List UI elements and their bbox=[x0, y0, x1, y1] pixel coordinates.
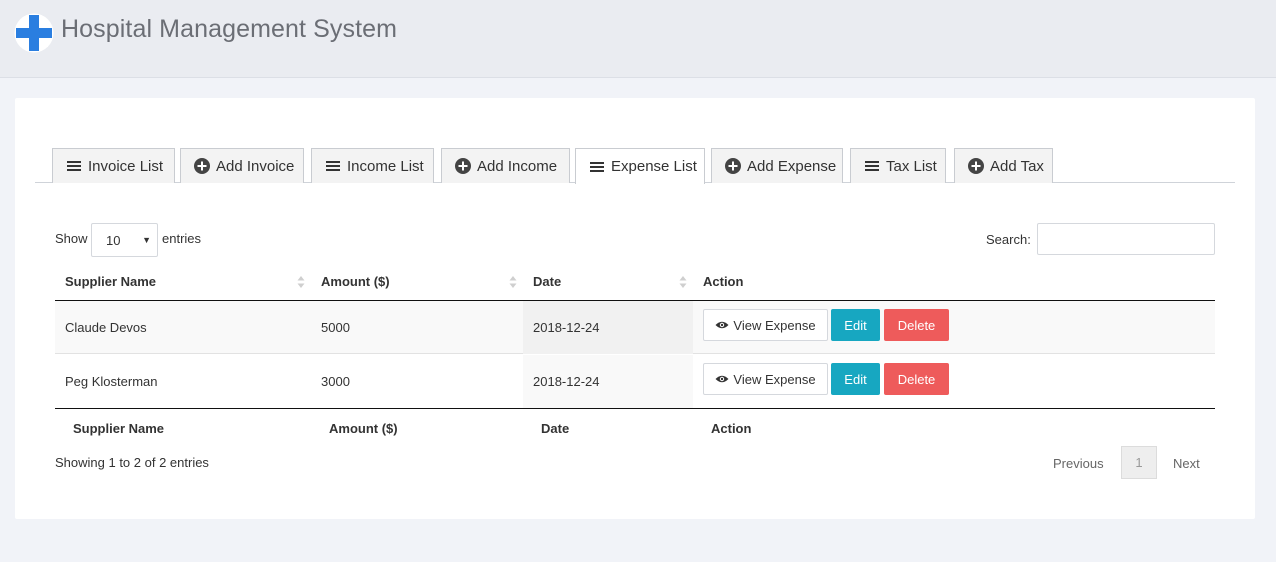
tab-add-income[interactable]: Add Income bbox=[441, 148, 570, 183]
tab-add-tax[interactable]: Add Tax bbox=[954, 148, 1053, 183]
table-info: Showing 1 to 2 of 2 entries bbox=[55, 455, 209, 470]
footer-header-action: Action bbox=[711, 421, 752, 436]
view-expense-label: View Expense bbox=[733, 317, 816, 333]
entries-select[interactable]: 10 ▼ bbox=[91, 223, 158, 257]
tab-add-expense[interactable]: Add Expense bbox=[711, 148, 843, 183]
column-header-action: Action bbox=[703, 274, 744, 289]
page-number: 1 bbox=[1135, 455, 1143, 470]
delete-button[interactable]: Delete bbox=[884, 309, 949, 341]
top-header: Hospital Management System bbox=[0, 0, 1276, 78]
eye-icon bbox=[715, 321, 729, 329]
pagination-next[interactable]: Next bbox=[1173, 456, 1200, 471]
tab-label: Add Expense bbox=[747, 157, 837, 175]
search-input[interactable] bbox=[1037, 223, 1215, 255]
delete-label: Delete bbox=[897, 317, 936, 333]
table-row: Peg Klosterman 3000 2018-12-24 View Expe… bbox=[55, 355, 1215, 408]
list-icon bbox=[67, 161, 81, 171]
sort-icon bbox=[297, 276, 305, 288]
column-header-supplier-name[interactable]: Supplier Name bbox=[65, 274, 156, 289]
amount-cell: 5000 bbox=[321, 320, 350, 335]
view-expense-button[interactable]: View Expense bbox=[703, 309, 828, 341]
caret-down-icon: ▼ bbox=[142, 235, 151, 245]
view-expense-button[interactable]: View Expense bbox=[703, 363, 828, 395]
plus-circle-icon bbox=[725, 158, 741, 174]
entries-label: entries bbox=[162, 231, 202, 246]
column-header-date[interactable]: Date bbox=[533, 274, 561, 289]
plus-circle-icon bbox=[455, 158, 471, 174]
main-panel: Invoice List Add Invoice Income List Add… bbox=[15, 98, 1255, 519]
tab-label: Invoice List bbox=[88, 157, 164, 175]
amount-cell: 3000 bbox=[321, 374, 350, 389]
list-icon bbox=[865, 161, 879, 171]
delete-button[interactable]: Delete bbox=[884, 363, 949, 395]
sort-icon bbox=[509, 276, 517, 288]
pagination-page-1[interactable]: 1 bbox=[1121, 446, 1157, 479]
delete-label: Delete bbox=[897, 371, 936, 387]
edit-button[interactable]: Edit bbox=[831, 363, 880, 395]
tab-add-invoice[interactable]: Add Invoice bbox=[180, 148, 304, 183]
supplier-name-cell: Peg Klosterman bbox=[65, 374, 158, 389]
date-cell: 2018-12-24 bbox=[533, 374, 600, 389]
sort-icon bbox=[679, 276, 687, 288]
tab-income-list[interactable]: Income List bbox=[311, 148, 434, 183]
footer-rule bbox=[55, 408, 1215, 409]
list-icon bbox=[326, 161, 340, 171]
edit-button[interactable]: Edit bbox=[831, 309, 880, 341]
date-cell: 2018-12-24 bbox=[533, 320, 600, 335]
tab-invoice-list[interactable]: Invoice List bbox=[52, 148, 175, 183]
footer-header-amount: Amount ($) bbox=[329, 421, 398, 436]
hospital-cross-logo-icon bbox=[14, 13, 54, 53]
tab-label: Add Tax bbox=[990, 157, 1044, 175]
tab-label: Add Income bbox=[477, 157, 558, 175]
list-icon bbox=[590, 161, 604, 172]
supplier-name-cell: Claude Devos bbox=[65, 320, 147, 335]
plus-circle-icon bbox=[194, 158, 210, 174]
footer-header-supplier-name: Supplier Name bbox=[73, 421, 165, 436]
entries-select-value: 10 bbox=[106, 232, 121, 248]
tab-label: Add Invoice bbox=[216, 157, 295, 175]
tab-label: Expense List bbox=[611, 158, 697, 175]
column-header-amount[interactable]: Amount ($) bbox=[321, 274, 390, 289]
plus-circle-icon bbox=[968, 158, 984, 174]
tab-label: Tax List bbox=[886, 157, 937, 175]
tab-tax-list[interactable]: Tax List bbox=[850, 148, 946, 183]
edit-label: Edit bbox=[844, 317, 867, 333]
eye-icon bbox=[715, 375, 729, 383]
pagination-previous[interactable]: Previous bbox=[1053, 456, 1104, 471]
view-expense-label: View Expense bbox=[733, 371, 816, 387]
tab-label: Income List bbox=[347, 157, 424, 175]
app-title: Hospital Management System bbox=[61, 15, 398, 43]
tab-expense-list[interactable]: Expense List bbox=[575, 148, 705, 184]
show-label: Show bbox=[55, 231, 88, 246]
footer-header-date: Date bbox=[541, 421, 570, 436]
search-label: Search: bbox=[986, 232, 1031, 247]
edit-label: Edit bbox=[844, 371, 867, 387]
table-row: Claude Devos 5000 2018-12-24 View Expens… bbox=[55, 301, 1215, 354]
